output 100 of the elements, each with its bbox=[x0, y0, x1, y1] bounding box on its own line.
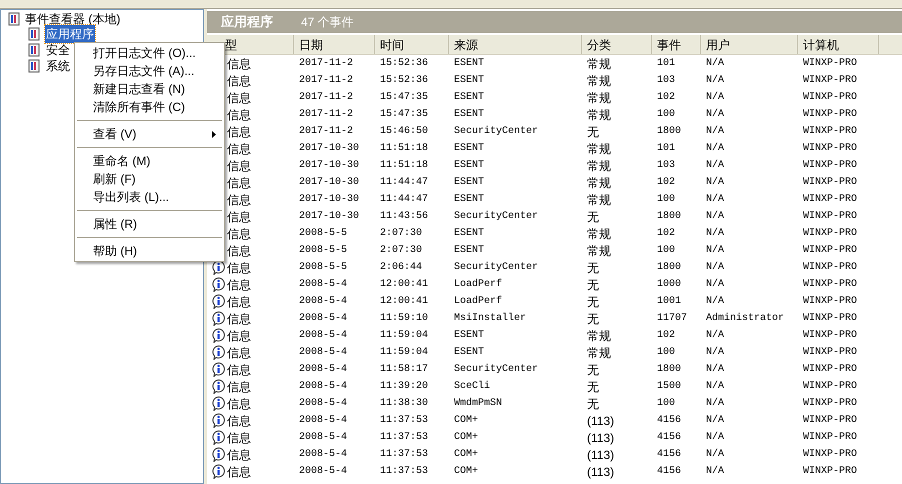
table-cell-text: 信息 bbox=[227, 378, 251, 396]
table-cell-text: WINXP-PRO bbox=[803, 448, 858, 462]
table-cell-text: WmdmPmSN bbox=[454, 396, 502, 411]
menu-item[interactable]: 帮助 (H) bbox=[75, 242, 224, 260]
info-icon bbox=[211, 311, 226, 326]
table-cell-text: N/A bbox=[706, 362, 724, 377]
table-cell-text: 信息 bbox=[227, 90, 251, 106]
table-cell-text: N/A bbox=[706, 430, 724, 445]
table-cell-text: 信息 bbox=[227, 276, 251, 294]
table-cell-text: N/A bbox=[706, 90, 724, 105]
table-cell-text: 11:38:30 bbox=[380, 397, 428, 411]
column-header[interactable]: 时间 bbox=[375, 35, 449, 54]
table-cell-text: 2008-5-5 bbox=[299, 244, 348, 258]
table-cell-text: COM+ bbox=[454, 448, 478, 462]
table-cell-text: 2008-5-4 bbox=[299, 295, 348, 309]
menu-item[interactable]: 刷新 (F) bbox=[75, 170, 224, 188]
table-cell-text: 无 bbox=[587, 260, 599, 276]
table-cell-text: 102 bbox=[657, 176, 676, 190]
info-icon bbox=[211, 362, 226, 377]
table-cell-text: N/A bbox=[706, 192, 724, 207]
table-cell-text: SecurityCenter bbox=[454, 124, 538, 139]
column-header[interactable]: 用户 bbox=[701, 35, 798, 54]
table-cell-text: ESENT bbox=[454, 193, 484, 207]
table-cell-text: 信息 bbox=[227, 106, 251, 124]
table-cell-text: 常规 bbox=[587, 192, 611, 208]
table-cell-text: 4156 bbox=[657, 448, 682, 462]
table-cell-text: ESENT bbox=[454, 108, 484, 122]
table-cell-text: 2017-10-30 bbox=[299, 210, 360, 224]
table-cell-text: N/A bbox=[706, 142, 724, 156]
table-cell-text: 常规 bbox=[587, 242, 611, 260]
menu-item[interactable]: 查看 (V) bbox=[75, 125, 224, 143]
table-cell-text: 11707 bbox=[657, 312, 688, 326]
table-cell-text: ESENT bbox=[454, 176, 484, 190]
table-cell-text: 2008-5-4 bbox=[299, 278, 348, 292]
table-cell-text: 1800 bbox=[657, 261, 682, 275]
table-cell-text: 103 bbox=[657, 74, 676, 88]
tree-item[interactable]: 安全 bbox=[45, 41, 71, 59]
table-cell-text: 101 bbox=[657, 57, 676, 71]
table-cell-text: 常规 bbox=[587, 226, 611, 242]
table-cell-text: N/A bbox=[706, 414, 724, 428]
info-icon bbox=[211, 345, 226, 360]
table-cell-text: 11:37:53 bbox=[380, 414, 428, 428]
table-cell-text: 2008-5-4 bbox=[299, 465, 348, 479]
table-cell-text: (113) bbox=[587, 430, 614, 446]
table-cell-text: 无 bbox=[587, 310, 599, 328]
column-header[interactable]: 计算机 bbox=[798, 35, 879, 54]
event-count: 47 个事件 bbox=[301, 14, 354, 31]
table-cell-text: 信息 bbox=[227, 260, 251, 276]
tree-item[interactable]: 系统 bbox=[45, 57, 71, 75]
table-cell-text: ESENT bbox=[454, 346, 484, 360]
table-cell-text: 4156 bbox=[657, 465, 682, 479]
table-cell-text: 11:37:53 bbox=[380, 431, 428, 445]
log-title: 应用程序 bbox=[221, 13, 273, 32]
table-cell-text: 无 bbox=[587, 276, 599, 294]
table-cell-text: WINXP-PRO bbox=[803, 363, 858, 377]
column-header[interactable]: 来源 bbox=[449, 35, 582, 54]
table-cell-text: 2008-5-4 bbox=[299, 431, 348, 445]
table-cell-text: WINXP-PRO bbox=[803, 278, 858, 292]
table-cell-text: N/A bbox=[706, 56, 724, 71]
table-cell-text: 15:46:50 bbox=[380, 125, 428, 139]
table-cell-text: 11:39:20 bbox=[380, 380, 428, 394]
table-cell-text: 信息 bbox=[227, 464, 251, 480]
table-cell-text: 2008-5-4 bbox=[299, 397, 348, 411]
table-cell-text: WINXP-PRO bbox=[803, 431, 858, 445]
info-icon bbox=[211, 396, 226, 411]
column-header[interactable]: 分类 bbox=[582, 35, 652, 54]
table-cell-text: ESENT bbox=[454, 142, 484, 156]
menu-item[interactable]: 新建日志查看 (N) bbox=[75, 80, 224, 98]
table-cell-text: N/A bbox=[706, 464, 724, 479]
table-cell-text: 信息 bbox=[227, 192, 251, 208]
table-cell-text: 2017-10-30 bbox=[299, 159, 360, 173]
tree-item[interactable]: 应用程序 bbox=[45, 25, 95, 43]
table-cell-text: WINXP-PRO bbox=[803, 91, 858, 105]
table-cell-text: Administrator bbox=[706, 312, 784, 326]
column-header[interactable]: 事件 bbox=[652, 35, 701, 54]
table-cell-text: 100 bbox=[657, 346, 676, 360]
table-cell-text: N/A bbox=[706, 108, 724, 122]
menu-item[interactable]: 导出列表 (L)... bbox=[75, 188, 224, 206]
table-cell-text: WINXP-PRO bbox=[803, 210, 858, 224]
table-cell-text: 常规 bbox=[587, 106, 611, 124]
column-header[interactable]: 日期 bbox=[294, 35, 375, 54]
info-icon bbox=[211, 464, 226, 479]
table-cell-text: 信息 bbox=[227, 430, 251, 446]
table-cell-text: 无 bbox=[587, 396, 599, 412]
table-cell-text: 信息 bbox=[227, 140, 251, 158]
table-cell-text: WINXP-PRO bbox=[803, 329, 858, 343]
table-cell-text: WINXP-PRO bbox=[803, 176, 858, 190]
table-cell-text: WINXP-PRO bbox=[803, 142, 858, 156]
menu-item[interactable]: 清除所有事件 (C) bbox=[75, 98, 224, 116]
menu-item[interactable]: 属性 (R) bbox=[75, 215, 224, 233]
table-cell-text: COM+ bbox=[454, 414, 478, 428]
table-cell-text: 11:44:47 bbox=[380, 193, 428, 207]
table-cell-text: 2017-10-30 bbox=[299, 193, 360, 207]
menu-item[interactable]: 重命名 (M) bbox=[75, 152, 224, 170]
table-cell-text: WINXP-PRO bbox=[803, 346, 858, 360]
event-viewer-icon bbox=[7, 12, 21, 26]
menu-item[interactable]: 另存日志文件 (A)... bbox=[75, 62, 224, 80]
info-icon bbox=[211, 447, 226, 462]
table-cell-text: SecurityCenter bbox=[454, 210, 538, 224]
info-icon bbox=[211, 413, 226, 428]
